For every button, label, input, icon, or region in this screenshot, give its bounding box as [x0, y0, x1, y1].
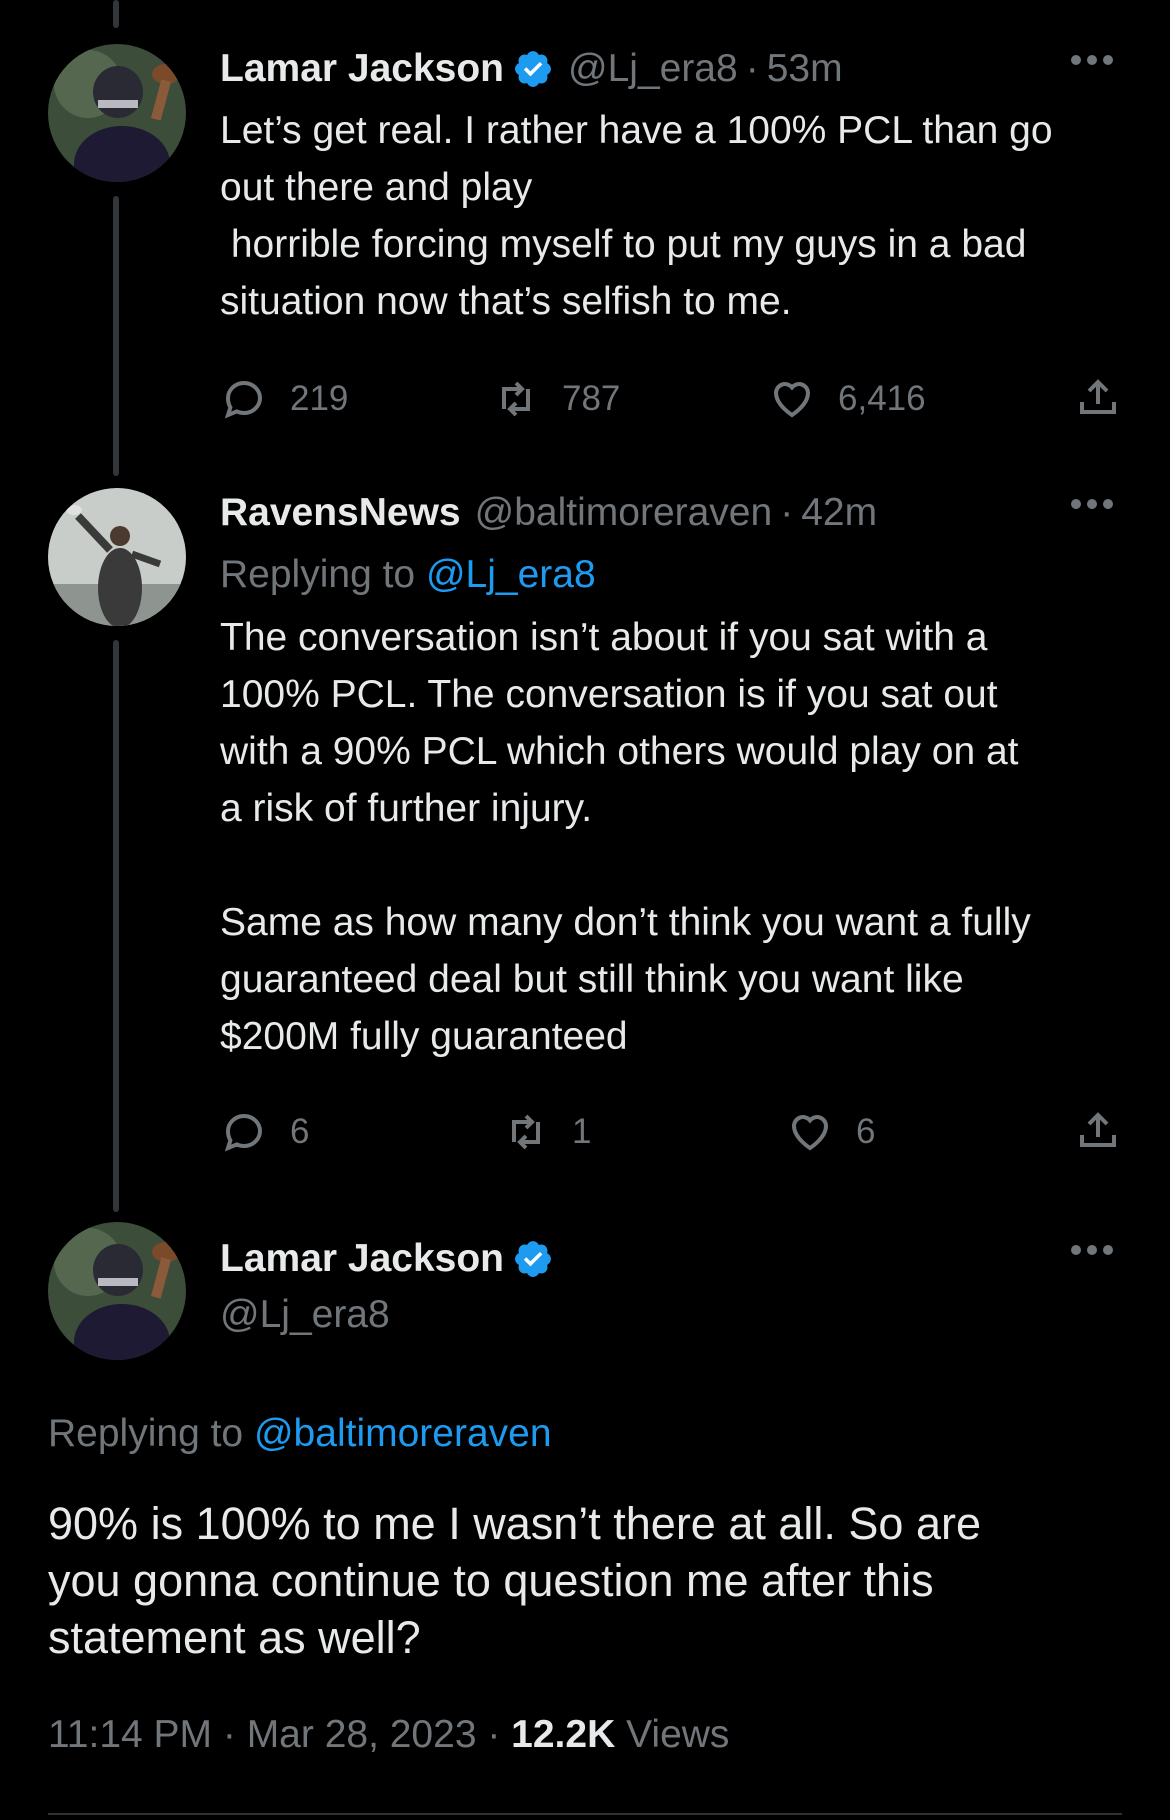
more-icon [1071, 499, 1113, 509]
more-options-button[interactable] [1070, 1242, 1114, 1258]
avatar-image [48, 44, 186, 182]
author-name[interactable]: Lamar Jackson [220, 47, 504, 91]
retweet-icon [502, 381, 530, 417]
reply-icon [224, 1113, 263, 1152]
like-icon [773, 382, 811, 418]
avatar-image [48, 1222, 186, 1360]
views-count: 12.2K [511, 1713, 616, 1756]
tweet-actions: 219 787 6,416 [220, 374, 1122, 424]
reply-count: 219 [290, 379, 349, 418]
author-name[interactable]: Lamar Jackson [220, 1237, 504, 1281]
tweet-time[interactable]: 42m [801, 491, 877, 535]
more-options-button[interactable] [1070, 52, 1114, 68]
avatar[interactable] [48, 44, 186, 182]
replying-to-link[interactable]: @Lj_era8 [426, 553, 596, 596]
retweet-count: 787 [562, 379, 621, 418]
author-handle[interactable]: @Lj_era8 [220, 1293, 390, 1337]
replying-to-label: Replying to [220, 553, 416, 596]
retweet-button[interactable]: 1 [502, 1107, 591, 1157]
more-icon [1071, 1245, 1113, 1255]
verified-badge-icon [515, 51, 551, 87]
author-handle[interactable]: @baltimoreraven [475, 491, 773, 535]
share-icon [1080, 379, 1116, 414]
reply-count: 6 [290, 1112, 310, 1151]
share-button[interactable] [1074, 374, 1122, 431]
like-count: 6,416 [838, 379, 926, 418]
like-button[interactable]: 6 [786, 1107, 875, 1157]
retweet-button[interactable]: 787 [492, 374, 620, 424]
replying-to: Replying to @baltimoreraven [48, 1405, 552, 1462]
thread-line-top [113, 0, 119, 28]
main-tweet-text: 90% is 100% to me I wasn’t there at all.… [48, 1498, 981, 1663]
tweet-timestamp[interactable]: 11:14 PM · Mar 28, 2023 · [48, 1713, 500, 1756]
avatar[interactable] [48, 488, 186, 626]
reply-button[interactable]: 6 [220, 1107, 309, 1157]
tweet-text: Let’s get real. I rather have a 100% PCL… [220, 109, 1053, 323]
avatar[interactable] [48, 1222, 186, 1360]
more-icon [1071, 55, 1113, 65]
tweet-text: The conversation isn’t about if you sat … [220, 616, 1031, 1058]
separator-dot: · [780, 491, 794, 534]
like-count: 6 [856, 1112, 876, 1151]
views-label: Views [626, 1713, 730, 1756]
like-icon [791, 1115, 829, 1151]
replying-to-link[interactable]: @baltimoreraven [254, 1412, 552, 1455]
author-name[interactable]: RavensNews [220, 491, 461, 535]
retweet-icon [512, 1114, 540, 1150]
separator-dot: · [745, 47, 759, 90]
reply-icon [224, 380, 263, 419]
author-handle[interactable]: @Lj_era8 [568, 47, 738, 91]
tweet-time[interactable]: 53m [767, 47, 843, 91]
retweet-count: 1 [572, 1112, 592, 1151]
more-options-button[interactable] [1070, 496, 1114, 512]
reply-button[interactable]: 219 [220, 374, 348, 424]
share-icon [1080, 1112, 1116, 1147]
like-button[interactable]: 6,416 [768, 374, 926, 424]
tweet-meta: 11:14 PM · Mar 28, 2023 · 12.2K Views [48, 1713, 729, 1757]
verified-badge-icon [515, 1241, 551, 1277]
divider [48, 1813, 1122, 1815]
replying-to-label: Replying to [48, 1412, 244, 1455]
thread-line-1 [113, 196, 119, 476]
avatar-image [48, 488, 186, 626]
share-button[interactable] [1074, 1107, 1122, 1164]
thread-line-2 [113, 640, 119, 1212]
tweet-actions: 6 1 6 [220, 1107, 1122, 1157]
replying-to: Replying to @Lj_era8 [220, 546, 1122, 603]
